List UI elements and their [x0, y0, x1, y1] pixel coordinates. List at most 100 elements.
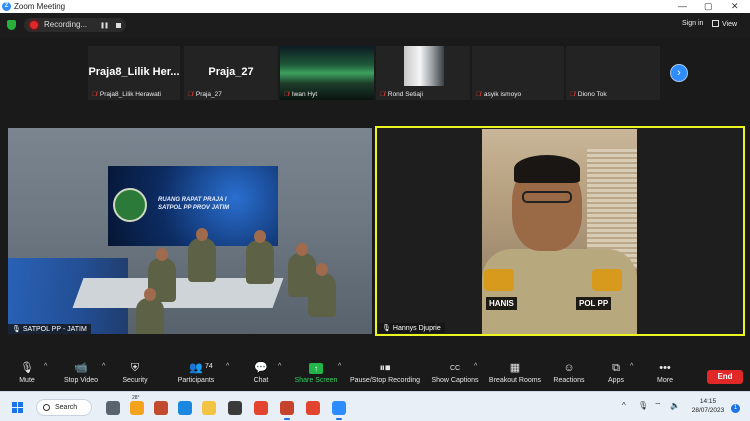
taskbar-clock[interactable]: 14:15 28/07/2023 [688, 397, 728, 415]
participants-button[interactable]: 👥 74 Participants ^ [174, 362, 230, 384]
participant-name: Iwan Hyt [291, 91, 318, 98]
participant-tile[interactable]: 🎙̸ Diono Tok [566, 46, 660, 100]
meeting-controls-bar: 🎙 Mute ^ 📹 Stop Video ^ ⛨ Security 👥 74 … [0, 361, 750, 391]
windows-start-icon[interactable] [12, 402, 24, 414]
participants-label: Participants [177, 377, 215, 384]
reactions-button[interactable]: ☺ Reactions [552, 362, 586, 384]
tray-chevron-icon[interactable]: ^ [622, 401, 626, 410]
uniform-unit-tag: POL PP [576, 297, 612, 310]
attendee [308, 263, 336, 317]
pause-stop-recording-button[interactable]: ⏸⏹ Pause/Stop Recording [348, 362, 422, 384]
video-options-caret-icon[interactable]: ^ [102, 363, 105, 370]
show-captions-label: Show Captions [431, 377, 479, 384]
sign-in-button[interactable]: Sign in [682, 20, 703, 27]
close-button[interactable]: ✕ [731, 1, 739, 12]
wifi-icon[interactable]: ⌔ [654, 401, 662, 411]
meeting-top-bar: Recording... ❚❚ Sign in View [0, 13, 750, 37]
participant-name: Hannys Djuprie [392, 325, 441, 332]
participant-name-label: 🎙̸ asyik ismoyo [476, 91, 521, 98]
reactions-label: Reactions [553, 377, 585, 384]
main-video-left[interactable]: RUANG RAPAT PRAJA I SATPOL PP PROV JATIM… [8, 128, 372, 334]
breakout-rooms-label: Breakout Rooms [488, 377, 542, 384]
shoulder-patch-icon [484, 269, 514, 291]
edge-browser-icon[interactable] [178, 401, 192, 415]
chat-button[interactable]: 💬 Chat ^ [248, 362, 282, 384]
next-page-arrow-icon[interactable]: › [670, 64, 688, 82]
app-icon[interactable] [154, 401, 168, 415]
participant-name-label: 🎙̸ Praja_27 [188, 91, 222, 98]
maximize-button[interactable]: ▢ [704, 1, 713, 12]
captions-options-caret-icon[interactable]: ^ [474, 363, 477, 370]
share-screen-button[interactable]: ↑ Share Screen ^ [292, 362, 341, 384]
chat-bubble-icon: 💬 [254, 362, 268, 374]
task-view-icon[interactable] [106, 401, 120, 415]
show-captions-button[interactable]: CC Show Captions ^ [430, 362, 480, 384]
zoom-app-icon[interactable] [332, 401, 346, 420]
stop-video-label: Stop Video [63, 377, 99, 384]
microphone-icon: 🎙 [20, 362, 34, 374]
mic-icon: 🎙 [382, 325, 391, 332]
participant-name: Praja8_Lilik Herawati [99, 91, 161, 98]
participants-options-caret-icon[interactable]: ^ [226, 363, 229, 370]
muted-mic-icon: 🎙̸ [284, 91, 289, 98]
chrome-icon[interactable] [306, 401, 320, 415]
notification-badge[interactable]: 1 [731, 404, 740, 413]
recording-dot-icon [30, 21, 38, 29]
minimize-button[interactable]: — [678, 1, 687, 11]
breakout-rooms-button[interactable]: ▦ Breakout Rooms [488, 362, 542, 384]
participant-tile[interactable]: Praja_27 🎙̸ Praja_27 [184, 46, 278, 100]
main-video-right-active-speaker[interactable]: HANIS POL PP 🎙 Hannys Djuprie [375, 126, 745, 336]
zoom-window: Z Zoom Meeting — ▢ ✕ Recording... ❚❚ Sig… [0, 0, 750, 421]
security-button[interactable]: ⛨ Security [118, 362, 152, 384]
muted-mic-icon: 🎙̸ [188, 91, 193, 98]
chrome-icon[interactable] [254, 401, 268, 415]
more-dots-icon: ••• [659, 362, 671, 374]
uniform-name-tag: HANIS [486, 297, 517, 310]
pause-recording-icon[interactable]: ❚❚ [100, 22, 109, 29]
participant-video [404, 46, 444, 86]
apps-button[interactable]: ⧉ Apps ^ [606, 362, 633, 384]
apps-icon: ⧉ [612, 362, 620, 374]
participant-name: Praja_27 [195, 91, 222, 98]
participant-tile[interactable]: 🎙̸ Rond Setiaji [376, 46, 470, 100]
view-button[interactable]: View [712, 20, 737, 28]
closed-captions-icon: CC [449, 365, 461, 372]
apps-options-caret-icon[interactable]: ^ [630, 363, 633, 370]
screen-text-line2: SATPOL PP PROV JATIM [158, 205, 230, 211]
share-options-caret-icon[interactable]: ^ [338, 363, 341, 370]
chat-options-caret-icon[interactable]: ^ [278, 363, 281, 370]
participant-name: Rond Setiaji [387, 91, 423, 98]
participant-tile[interactable]: 🎙̸ Iwan Hyt [280, 46, 374, 100]
taskbar-search[interactable]: Search [36, 399, 92, 416]
powerpoint-icon[interactable] [280, 401, 294, 420]
mute-options-caret-icon[interactable]: ^ [44, 363, 47, 370]
video-name-label: 🎙 Hannys Djuprie [378, 323, 445, 333]
speaker-icon[interactable]: 🔈 [670, 401, 680, 410]
view-label: View [722, 21, 738, 28]
stop-video-button[interactable]: 📹 Stop Video ^ [60, 362, 105, 384]
more-button[interactable]: ••• More [654, 362, 676, 384]
stop-recording-icon[interactable] [116, 23, 121, 28]
participant-display-name: Praja_27 [208, 66, 254, 78]
encryption-shield-icon[interactable] [7, 20, 16, 30]
uniform [482, 249, 637, 334]
microphone-icon[interactable]: 🎙 [638, 401, 648, 410]
mute-button[interactable]: 🎙 Mute ^ [14, 362, 47, 384]
participant-name-label: 🎙̸ Iwan Hyt [284, 91, 317, 98]
share-screen-arrow-icon: ↑ [309, 363, 323, 374]
attendee [136, 288, 164, 334]
microsoft-store-icon[interactable] [228, 401, 242, 415]
file-explorer-icon[interactable] [202, 401, 216, 415]
search-label: Search [55, 404, 78, 411]
participant-tile[interactable]: Praja8_Lilik Her... 🎙̸ Praja8_Lilik Heraw… [88, 46, 180, 100]
mic-icon: 🎙 [12, 326, 21, 333]
zoom-logo-icon: Z [2, 2, 11, 11]
end-meeting-button[interactable]: End [707, 370, 743, 384]
windows-taskbar: Search 28° ^ 🎙 ⌔ 🔈 14:15 28/07/2023 1 [0, 391, 750, 421]
participant-name-label: 🎙̸ Rond Setiaji [380, 91, 423, 98]
participant-tile[interactable]: 🎙̸ asyik ismoyo [472, 46, 564, 100]
weather-widget-icon[interactable] [130, 401, 144, 415]
speaker-video: HANIS POL PP [482, 129, 637, 334]
title-bar: Z Zoom Meeting — ▢ ✕ [0, 0, 750, 13]
more-label: More [657, 377, 673, 384]
